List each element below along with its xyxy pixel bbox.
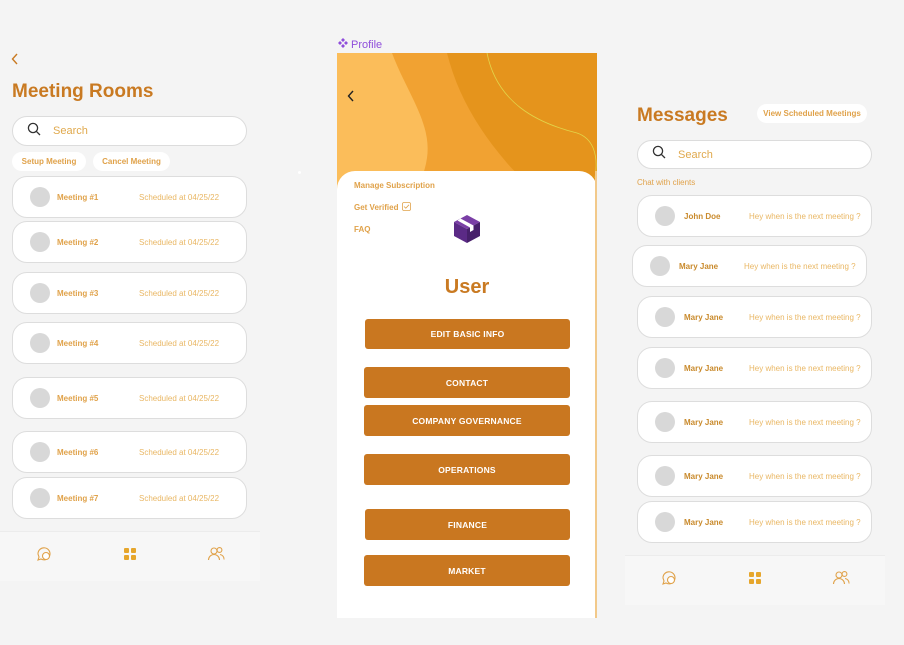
avatar [655,206,675,226]
meeting-name: Meeting #2 [57,237,99,247]
frame-edge [595,171,597,618]
last-message: Hey when is the next meeting ? [749,211,861,221]
avatar [30,388,50,408]
chat-icon[interactable] [35,545,53,568]
avatar [30,283,50,303]
company-logo [426,190,508,272]
chat-icon[interactable] [660,569,678,592]
meeting-card[interactable]: Meeting #6 Scheduled at 04/25/22 [12,431,247,473]
meeting-card[interactable]: Meeting #4 Scheduled at 04/25/22 [12,322,247,364]
contact-name: Mary Jane [684,471,724,481]
avatar [655,512,675,532]
faq-button[interactable]: FAQ [344,220,381,238]
avatar [30,333,50,353]
bottom-nav-right [625,555,885,605]
meeting-card[interactable]: Meeting #5 Scheduled at 04/25/22 [12,377,247,419]
bottom-nav-left [0,531,260,581]
search-input[interactable]: Search [637,140,872,169]
contact-name: John Doe [684,211,721,221]
chat-card[interactable]: Mary Jane Hey when is the next meeting ? [637,501,872,543]
user-name: User [444,276,490,298]
avatar [655,358,675,378]
finance-button[interactable]: FINANCE [365,509,570,540]
avatar [655,412,675,432]
chat-card[interactable]: Mary Jane Hey when is the next meeting ? [637,347,872,389]
contact-name: Mary Jane [684,517,724,527]
search-placeholder: Search [53,125,88,137]
last-message: Hey when is the next meeting ? [749,312,861,322]
contact-button[interactable]: CONTACT [364,367,570,398]
avatar [655,307,675,327]
grid-icon[interactable] [748,571,762,590]
contact-name: Mary Jane [679,261,719,271]
get-verified-label: Get Verified [354,202,399,212]
meeting-card[interactable]: Meeting #7 Scheduled at 04/25/22 [12,477,247,519]
meeting-time: Scheduled at 04/25/22 [139,192,220,202]
avatar [30,232,50,252]
meeting-card[interactable]: Meeting #2 Scheduled at 04/25/22 [12,221,247,263]
meeting-time: Scheduled at 04/25/22 [139,447,220,457]
users-icon[interactable] [832,569,850,592]
page-title: Messages [637,105,728,126]
profile-screen: Manage Subscription Get Verified FAQ Use… [337,53,597,618]
chat-card[interactable]: John Doe Hey when is the next meeting ? [637,195,872,237]
avatar [650,256,670,276]
market-button[interactable]: MARKET [364,555,570,586]
meeting-card[interactable]: Meeting #1 Scheduled at 04/25/22 [12,176,247,218]
users-icon[interactable] [207,545,225,568]
meeting-name: Meeting #6 [57,447,99,457]
meeting-name: Meeting #5 [57,393,99,403]
back-chevron-icon[interactable] [347,89,355,107]
setup-meeting-button[interactable]: Setup Meeting [12,152,86,171]
section-label: Chat with clients [637,178,696,187]
meeting-time: Scheduled at 04/25/22 [139,237,220,247]
meeting-time: Scheduled at 04/25/22 [139,493,220,503]
avatar [655,466,675,486]
frame-label: Profile [338,38,382,51]
view-scheduled-meetings-button[interactable]: View Scheduled Meetings [757,104,867,123]
cancel-meeting-button[interactable]: Cancel Meeting [93,152,170,171]
meeting-name: Meeting #1 [57,192,99,202]
back-chevron-icon[interactable] [11,52,19,70]
operations-button[interactable]: OPERATIONS [364,454,570,485]
contact-name: Mary Jane [684,363,724,373]
component-icon [338,38,348,51]
meeting-time: Scheduled at 04/25/22 [139,338,220,348]
grid-icon[interactable] [123,547,137,566]
contact-name: Mary Jane [684,312,724,322]
company-governance-button[interactable]: COMPANY GOVERNANCE [364,405,570,436]
chat-card[interactable]: Mary Jane Hey when is the next meeting ? [637,401,872,443]
verified-check-icon [402,201,412,213]
search-placeholder: Search [678,148,713,161]
avatar [30,187,50,207]
get-verified-button[interactable]: Get Verified [344,198,422,216]
chat-card[interactable]: Mary Jane Hey when is the next meeting ? [632,245,867,287]
last-message: Hey when is the next meeting ? [749,363,861,373]
meeting-name: Meeting #3 [57,288,99,298]
sparkle-dot [298,171,301,174]
chat-card[interactable]: Mary Jane Hey when is the next meeting ? [637,455,872,497]
chat-card[interactable]: Mary Jane Hey when is the next meeting ? [637,296,872,338]
meeting-name: Meeting #4 [57,338,99,348]
search-icon [652,145,666,164]
last-message: Hey when is the next meeting ? [749,517,861,527]
manage-subscription-button[interactable]: Manage Subscription [344,176,445,194]
last-message: Hey when is the next meeting ? [744,261,856,271]
meeting-time: Scheduled at 04/25/22 [139,288,220,298]
frame-label-text: Profile [351,38,383,51]
edit-basic-info-button[interactable]: EDIT BASIC INFO [365,319,570,349]
meeting-card[interactable]: Meeting #3 Scheduled at 04/25/22 [12,272,247,314]
sparkle-dot [410,238,413,241]
avatar [30,488,50,508]
meeting-time: Scheduled at 04/25/22 [139,393,220,403]
package-logo-icon [453,214,481,249]
page-title: Meeting Rooms [12,81,154,102]
contact-name: Mary Jane [684,417,724,427]
last-message: Hey when is the next meeting ? [749,471,861,481]
last-message: Hey when is the next meeting ? [749,417,861,427]
search-icon [27,122,41,141]
meeting-name: Meeting #7 [57,493,99,503]
search-input[interactable]: Search [12,116,247,146]
avatar [30,442,50,462]
